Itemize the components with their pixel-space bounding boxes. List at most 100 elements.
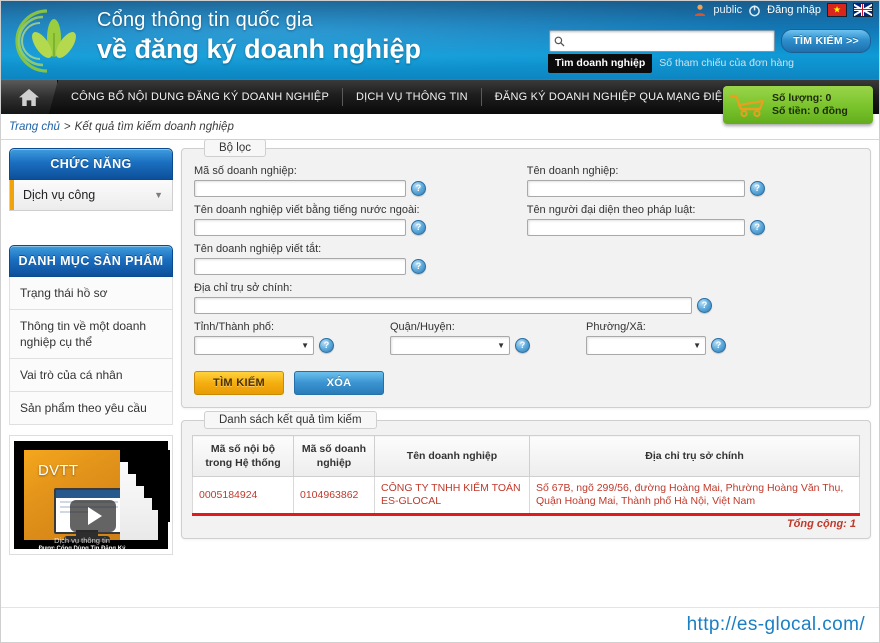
chevron-down-icon-province: ▼ [301,341,309,350]
input-enterprise-code[interactable] [194,180,406,197]
header-search: TÌM KIẾM >> [549,29,871,53]
login-link[interactable]: Đăng nhập [767,4,821,16]
site-title: Cổng thông tin quốc gia về đăng ký doanh… [97,7,421,66]
input-enterprise-name[interactable] [526,180,745,197]
tab-find-enterprise[interactable]: Tìm doanh nghiệp [547,54,653,73]
site-header: Cổng thông tin quốc gia về đăng ký doanh… [1,1,879,79]
help-icon-district[interactable]: ? [515,338,530,353]
breadcrumb-current: Kết quả tìm kiếm doanh nghiệp [74,120,234,133]
chevron-down-icon-district: ▼ [497,341,505,350]
breadcrumb-home[interactable]: Trang chủ [9,121,60,133]
search-input[interactable] [568,34,771,48]
filter-legend: Bộ lọc [204,139,266,157]
filter-clear-button[interactable]: XÓA [294,371,384,395]
results-tbody: 0005184924 0104963862 CÔNG TY TNHH KIỂM … [192,476,860,514]
label-province: Tỉnh/Thành phố: [194,321,275,333]
filter-actions: TÌM KIẾM XÓA [194,371,858,395]
page-root: Cổng thông tin quốc gia về đăng ký doanh… [1,1,879,642]
sidebar-item-trang-thai-ho-so[interactable]: Trạng thái hồ sơ [9,277,173,310]
label-enterprise-name: Tên doanh nghiệp: [526,165,619,177]
sidebar-functions-selected: Dịch vụ công [23,188,96,202]
filter-col-left: Mã số doanh nghiệp: ? Tên doanh nghiệp v… [194,165,513,282]
help-icon-address[interactable]: ? [697,298,712,313]
results-total: Tổng cộng: 1 [786,518,856,530]
video-thumbnail: DVTT Dịch vụ thông tin Được Cổng Dùng Ti… [24,450,125,554]
video-stairs-graphic [120,450,170,540]
help-icon-foreign-name[interactable]: ? [411,220,426,235]
select-district[interactable]: ▼ [390,336,510,355]
nav-item-1[interactable]: DỊCH VỤ THÔNG TIN [343,91,481,103]
play-button-icon[interactable] [70,500,116,532]
video-caption-1: Dịch vụ thông tin [54,536,110,545]
uk-flag-icon[interactable] [853,3,873,17]
help-icon-enterprise-code[interactable]: ? [411,181,426,196]
sidebar-functions-title: CHỨC NĂNG [9,148,173,180]
sidebar-item-san-pham-theo-yeu-cau[interactable]: Sản phẩm theo yêu cầu [9,392,173,425]
select-ward[interactable]: ▼ [586,336,706,355]
vietnam-flag-icon[interactable] [827,3,847,17]
col-enterprise-code: Mã số doanh nghiệp [293,435,375,477]
leaf-logo-icon [15,9,76,73]
main-column: Bộ lọc Mã số doanh nghiệp: ? Tên doanh n… [181,139,871,642]
tab-order-reference[interactable]: Số tham chiếu của đơn hàng [652,54,801,73]
label-foreign-name: Tên doanh nghiệp viết bằng tiếng nước ng… [194,204,420,216]
shopping-cart-icon [729,94,765,118]
search-mode-tabs: Tìm doanh nghiệp Số tham chiếu của đơn h… [547,54,801,73]
breadcrumb-separator: > [63,120,71,133]
chevron-down-icon-ward: ▼ [693,341,701,350]
label-enterprise-code: Mã số doanh nghiệp: [194,165,297,177]
results-table: Mã số nội bộ trong Hệ thống Mã số doanh … [192,435,860,514]
site-title-line1: Cổng thông tin quốc gia [97,9,313,31]
filter-search-button[interactable]: TÌM KIẾM [194,371,284,395]
search-icon [554,36,565,47]
input-short-name[interactable] [194,258,406,275]
help-icon-short-name[interactable]: ? [411,259,426,274]
results-header-row: Mã số nội bộ trong Hệ thống Mã số doanh … [192,435,860,477]
sidebar-item-vai-tro-ca-nhan[interactable]: Vai trò của cá nhân [9,359,173,392]
filter-form: Mã số doanh nghiệp: ? Tên doanh nghiệp v… [194,165,858,282]
help-icon-enterprise-name[interactable]: ? [749,181,765,196]
label-address: Địa chỉ trụ sở chính: [194,282,293,294]
user-avatar-icon [693,3,707,17]
selected-accent-bar [10,180,14,210]
user-name: public [713,4,743,16]
chevron-down-icon: ▼ [154,190,163,200]
help-icon-legal-rep[interactable]: ? [749,220,765,235]
video-badge: DVTT [38,462,79,479]
help-icon-ward[interactable]: ? [711,338,726,353]
table-row[interactable]: 0005184924 0104963862 CÔNG TY TNHH KIỂM … [192,476,860,514]
power-icon[interactable] [748,4,761,17]
sidebar-item-thong-tin-doanh-nghiep[interactable]: Thông tin về một doanh nghiệp cụ thể [9,310,173,359]
sidebar: CHỨC NĂNG Dịch vụ công ▼ DANH MỤC SẢN PH… [9,148,173,642]
nav-item-2[interactable]: ĐĂNG KÝ DOANH NGHIỆP QUA MẠNG ĐIỆN TỬ [482,91,763,103]
col-address: Địa chỉ trụ sở chính [529,435,860,477]
promo-video-card[interactable]: DVTT Dịch vụ thông tin Được Cổng Dùng Ti… [9,435,173,555]
nav-home-button[interactable] [1,80,58,114]
site-title-line2: về đăng ký doanh nghiệp [97,34,422,64]
home-icon [19,88,39,106]
watermark-url: http://es-glocal.com/ [686,614,865,635]
label-district: Quận/Huyện: [390,321,455,333]
sidebar-functions-select[interactable]: Dịch vụ công ▼ [9,180,173,211]
cell-internal-code: 0005184924 [192,476,294,514]
label-short-name: Tên doanh nghiệp viết tắt: [194,243,322,255]
input-foreign-name[interactable] [194,219,406,236]
select-province[interactable]: ▼ [194,336,314,355]
input-legal-rep[interactable] [526,219,745,236]
nav-item-0[interactable]: CÔNG BỐ NỘI DUNG ĐĂNG KÝ DOANH NGHIỆP [58,91,342,103]
search-field-wrap[interactable] [549,30,776,52]
cart-widget[interactable]: Số lượng: 0 Số tiền: 0 đồng [723,86,873,124]
header-search-button[interactable]: TÌM KIẾM >> [781,29,871,53]
help-icon-province[interactable]: ? [319,338,334,353]
site-logo[interactable] [13,5,95,77]
filter-col-right: Tên doanh nghiệp: ? Tên người đại diện t… [513,165,858,282]
location-selects: Tỉnh/Thành phố: ▼ ? Quận/Huyện: ▼ ? Phườ… [194,321,858,362]
cell-address: Số 67B, ngõ 299/56, đường Hoàng Mai, Phư… [529,476,860,514]
cart-quantity: Số lượng: 0 [772,92,832,104]
district-group: Quận/Huyện: ▼ ? [390,321,586,362]
cell-enterprise-name[interactable]: CÔNG TY TNHH KIỂM TOÁN ES-GLOCAL [374,476,530,514]
ward-group: Phường/Xã: ▼ ? [586,321,782,362]
input-address[interactable] [194,297,692,314]
label-ward: Phường/Xã: [586,321,646,333]
